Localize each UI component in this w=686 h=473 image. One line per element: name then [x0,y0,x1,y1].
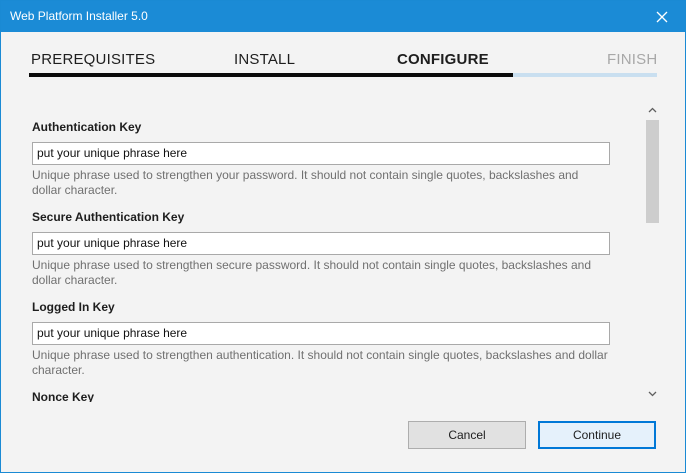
installer-window: Web Platform Installer 5.0 PREREQUISITES… [0,0,686,473]
close-button[interactable] [639,1,685,32]
logged-in-key-input[interactable]: put your unique phrase here [32,322,610,345]
title-bar: Web Platform Installer 5.0 [1,1,685,32]
scroll-thumb[interactable] [646,120,659,223]
field-help-text: Unique phrase used to strengthen secure … [32,258,592,287]
progress-fill [29,73,513,77]
configuration-form: Authentication Key put your unique phras… [29,102,643,402]
window-title: Web Platform Installer 5.0 [10,9,148,23]
continue-button[interactable]: Continue [538,421,656,449]
field-help-text: Unique phrase used to strengthen authent… [32,348,608,377]
field-logged-in-key: Logged In Key put your unique phrase her… [32,299,612,378]
scroll-up-button[interactable] [644,102,661,118]
step-finish: FINISH [607,51,658,68]
vertical-scrollbar[interactable] [644,102,661,402]
chevron-up-icon [648,107,657,113]
step-install: INSTALL [234,51,296,68]
field-label: Logged In Key [32,300,115,314]
step-configure: CONFIGURE [397,51,489,68]
close-icon [656,11,668,22]
field-authentication-key: Authentication Key put your unique phras… [32,119,612,198]
field-help-text: Unique phrase used to strengthen your pa… [32,168,579,197]
field-label: Nonce Key [32,390,95,402]
cancel-button[interactable]: Cancel [408,421,526,449]
chevron-down-icon [648,391,657,397]
step-prerequisites: PREREQUISITES [31,51,156,68]
field-label: Secure Authentication Key [32,210,185,224]
authentication-key-input[interactable]: put your unique phrase here [32,142,610,165]
scroll-down-button[interactable] [644,386,661,402]
field-secure-authentication-key: Secure Authentication Key put your uniqu… [32,209,612,288]
field-nonce-key: Nonce Key [32,389,612,402]
field-label: Authentication Key [32,120,142,134]
secure-authentication-key-input[interactable]: put your unique phrase here [32,232,610,255]
